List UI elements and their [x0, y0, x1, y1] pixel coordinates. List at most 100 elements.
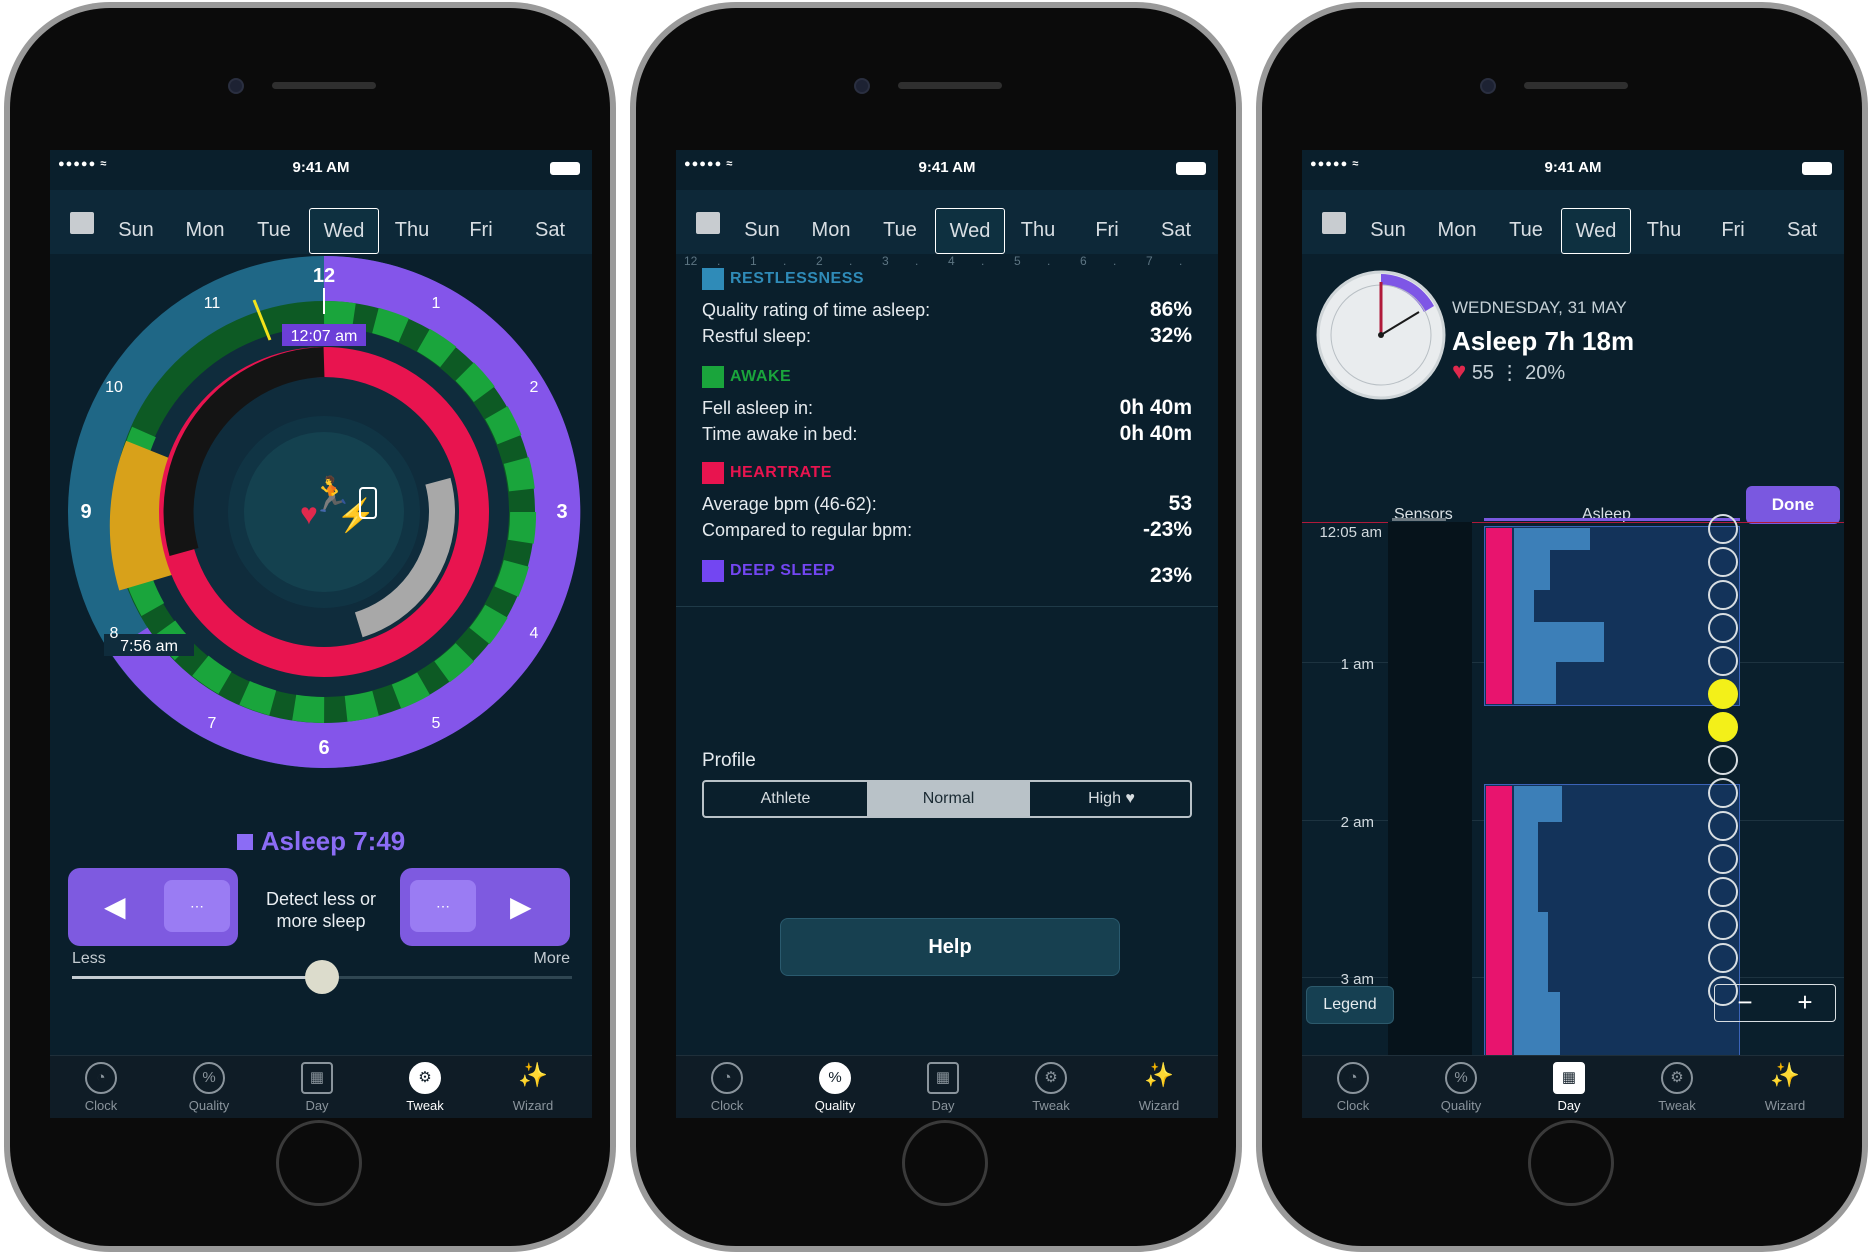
day-sat[interactable]: Sat: [1142, 208, 1210, 252]
tab-day[interactable]: ▦ Day: [898, 1062, 988, 1113]
profile-athlete[interactable]: Athlete: [704, 782, 867, 816]
svg-text:5: 5: [432, 715, 441, 732]
snore-marker[interactable]: [1708, 910, 1738, 940]
tab-clock[interactable]: ◔ Clock: [682, 1062, 772, 1113]
day-sun[interactable]: Sun: [102, 208, 170, 252]
status-bar: ●●●●● ≈ 9:41 AM: [1302, 150, 1844, 184]
day-fri[interactable]: Fri: [447, 208, 515, 252]
tab-wizard[interactable]: ✨ Wizard: [1740, 1062, 1830, 1113]
sleep-timeline[interactable]: 12:05 am 1 am 2 am 3 am: [1302, 514, 1844, 1060]
ruler-tick: 6: [1080, 254, 1087, 268]
home-button[interactable]: [276, 1120, 362, 1206]
tab-day[interactable]: ▦ Day: [1524, 1062, 1614, 1113]
tab-tweak[interactable]: ⚙ Tweak: [1006, 1062, 1096, 1113]
home-button[interactable]: [1528, 1120, 1614, 1206]
snore-marker[interactable]: [1708, 613, 1738, 643]
section-divider: [676, 606, 1218, 607]
tab-quality[interactable]: % Quality: [1416, 1062, 1506, 1113]
wand-icon: ✨: [1144, 1062, 1174, 1089]
screen-day: ●●●●● ≈ 9:41 AM Sun Mon Tue Wed Thu Fri …: [1302, 150, 1844, 1118]
zoom-out-button[interactable]: −: [1715, 987, 1775, 1018]
tab-quality[interactable]: % Quality: [164, 1062, 254, 1113]
tab-wizard[interactable]: ✨ Wizard: [488, 1062, 578, 1113]
snore-marker[interactable]: [1708, 943, 1738, 973]
calendar-icon[interactable]: [696, 212, 720, 234]
snore-marker[interactable]: [1708, 778, 1738, 808]
day-sat[interactable]: Sat: [516, 208, 584, 252]
legend-button[interactable]: Legend: [1306, 986, 1394, 1024]
profile-normal[interactable]: Normal: [867, 782, 1030, 816]
date-label: WEDNESDAY, 31 MAY: [1452, 298, 1627, 317]
done-button[interactable]: Done: [1746, 486, 1840, 524]
sensitivity-slider[interactable]: [72, 960, 572, 994]
detect-less-button[interactable]: ◀ ⋯: [68, 868, 238, 946]
day-mon[interactable]: Mon: [1423, 208, 1491, 252]
ruler-tick: 2: [816, 254, 823, 268]
average-bpm-label: Average bpm (46-62):: [702, 494, 877, 514]
heartrate-bar: [1486, 786, 1512, 1058]
calendar-icon[interactable]: [70, 212, 94, 234]
day-tue[interactable]: Tue: [1492, 208, 1560, 252]
day-fri[interactable]: Fri: [1699, 208, 1767, 252]
ruler-tick: .: [849, 254, 853, 268]
asleep-duration: Asleep 7:49: [50, 826, 592, 857]
end-time-label: 7:56 am: [120, 638, 178, 655]
day-wed[interactable]: Wed: [935, 208, 1005, 254]
tab-day[interactable]: ▦ Day: [272, 1062, 362, 1113]
tab-clock[interactable]: ◔ Clock: [56, 1062, 146, 1113]
heartrate-swatch: [702, 462, 724, 484]
mini-clock: [1316, 270, 1446, 400]
snore-marker[interactable]: [1708, 712, 1738, 742]
svg-text:9: 9: [80, 501, 91, 523]
profile-high[interactable]: High ♥: [1030, 782, 1193, 816]
day-thu[interactable]: Thu: [378, 208, 446, 252]
day-wed[interactable]: Wed: [1561, 208, 1631, 254]
snore-marker[interactable]: [1708, 580, 1738, 610]
snore-marker[interactable]: [1708, 679, 1738, 709]
earpiece: [898, 82, 1002, 89]
day-wed[interactable]: Wed: [309, 208, 379, 254]
day-sun[interactable]: Sun: [728, 208, 796, 252]
zoom-in-button[interactable]: +: [1775, 987, 1835, 1018]
day-mon[interactable]: Mon: [797, 208, 865, 252]
snore-marker[interactable]: [1708, 811, 1738, 841]
snore-marker[interactable]: [1708, 514, 1738, 544]
help-button[interactable]: Help: [780, 918, 1120, 976]
tab-tweak[interactable]: ⚙ Tweak: [1632, 1062, 1722, 1113]
snore-marker[interactable]: [1708, 844, 1738, 874]
battery-icon: [550, 162, 580, 175]
tab-tweak[interactable]: ⚙ Tweak: [380, 1062, 470, 1113]
day-tue[interactable]: Tue: [866, 208, 934, 252]
movement-bar: [1514, 992, 1560, 1058]
clock-icon: ◔: [711, 1062, 743, 1094]
battery-icon: [1802, 162, 1832, 175]
deep-sleep-swatch: [702, 560, 724, 582]
phone-bezel: ●●●●● ≈ 9:41 AM Sun Mon Tue Wed Thu Fri …: [10, 8, 610, 1246]
detect-more-button[interactable]: ⋯ ▶: [400, 868, 570, 946]
tab-wizard[interactable]: ✨ Wizard: [1114, 1062, 1204, 1113]
svg-text:4: 4: [530, 625, 539, 642]
day-mon[interactable]: Mon: [171, 208, 239, 252]
tab-clock[interactable]: ◔ Clock: [1308, 1062, 1398, 1113]
snore-marker[interactable]: [1708, 745, 1738, 775]
deep-sleep-value: 23%: [1149, 564, 1192, 587]
snore-marker[interactable]: [1708, 547, 1738, 577]
slider-knob[interactable]: [305, 960, 339, 994]
movement-bar: [1514, 622, 1604, 662]
day-sat[interactable]: Sat: [1768, 208, 1836, 252]
time-awake-label: Time awake in bed:: [702, 424, 858, 444]
snore-marker[interactable]: [1708, 877, 1738, 907]
tab-quality[interactable]: % Quality: [790, 1062, 880, 1113]
home-button[interactable]: [902, 1120, 988, 1206]
day-thu[interactable]: Thu: [1004, 208, 1072, 252]
day-fri[interactable]: Fri: [1073, 208, 1141, 252]
sleep-dial[interactable]: 12:07 am 7:56 am 🏃 ♥ ⚡ 12 1 2 3 4 5 6 7 …: [64, 252, 584, 772]
day-tue[interactable]: Tue: [240, 208, 308, 252]
day-sun[interactable]: Sun: [1354, 208, 1422, 252]
shrink-icon: ⋯: [164, 880, 230, 932]
wand-icon: ✨: [1770, 1062, 1800, 1089]
deep-sleep-title: DEEP SLEEP: [702, 560, 835, 582]
calendar-icon[interactable]: [1322, 212, 1346, 234]
snore-marker[interactable]: [1708, 646, 1738, 676]
day-thu[interactable]: Thu: [1630, 208, 1698, 252]
